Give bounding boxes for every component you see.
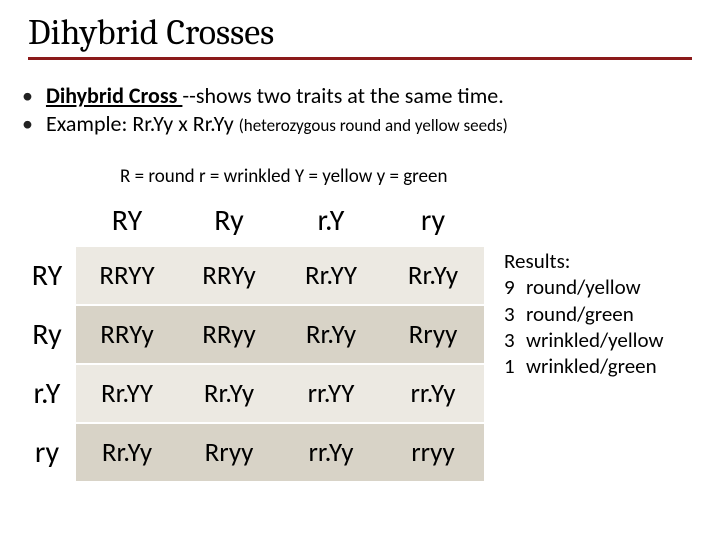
title-underline [28,57,692,60]
term-dihybrid: Dihybrid Cross [46,82,182,109]
bullet-1: Dihybrid Cross --shows two traits at the… [20,82,700,110]
results-panel: Results: 9 round/yellow 3 round/green 3 … [504,248,663,379]
bullet-1-rest: --shows two traits at the same time. [182,82,503,109]
result-count: 3 [504,327,526,353]
genotype-cell: Rr.YY [280,246,382,305]
genotype-cell: Rr.YY [76,364,178,423]
genotype-cell: Rr.Yy [76,423,178,482]
allele-legend: R = round r = wrinkled Y = yellow y = gr… [0,159,720,194]
table-row: Ry RRYy RRyy Rr.Yy Rryy [18,305,484,364]
result-label: round/green [526,301,634,327]
bullet-2-paren: (heterozygous round and yellow seeds) [239,115,508,136]
result-line: 9 round/yellow [504,274,663,300]
genotype-cell: rr.Yy [280,423,382,482]
result-label: round/yellow [526,274,641,300]
table-row: ry Rr.Yy Rryy rr.Yy rryy [18,423,484,482]
genotype-cell: RRyy [178,305,280,364]
row-header: ry [18,423,76,482]
genotype-cell: Rr.Yy [178,364,280,423]
genotype-cell: Rryy [178,423,280,482]
col-header: Ry [178,196,280,246]
result-count: 1 [504,353,526,379]
result-count: 3 [504,301,526,327]
bullet-2-main: Example: Rr.Yy x Rr.Yy [46,110,239,137]
result-line: 3 round/green [504,301,663,327]
bullet-2: Example: Rr.Yy x Rr.Yy (heterozygous rou… [20,110,700,138]
slide-title: Dihybrid Crosses [0,0,720,55]
table-row: RY RRYY RRYy Rr.YY Rr.Yy [18,246,484,305]
genotype-cell: Rr.Yy [382,246,484,305]
corner-cell [18,196,76,246]
genotype-cell: RRYY [76,246,178,305]
bullet-list: Dihybrid Cross --shows two traits at the… [0,82,720,137]
col-header: ry [382,196,484,246]
result-count: 9 [504,274,526,300]
genotype-cell: RRYy [76,305,178,364]
row-header: r.Y [18,364,76,423]
col-header: RY [76,196,178,246]
result-label: wrinkled/yellow [526,327,663,353]
slide: Dihybrid Crosses Dihybrid Cross --shows … [0,0,720,540]
genotype-cell: rryy [382,423,484,482]
genotype-cell: RRYy [178,246,280,305]
genotype-cell: rr.Yy [382,364,484,423]
punnett-square: RY Ry r.Y ry RY RRYY RRYy Rr.YY Rr.Yy Ry… [18,196,484,483]
row-header: RY [18,246,76,305]
content-row: RY Ry r.Y ry RY RRYY RRYy Rr.YY Rr.Yy Ry… [0,194,720,483]
results-title: Results: [504,248,663,274]
result-label: wrinkled/green [526,353,657,379]
row-header: Ry [18,305,76,364]
genotype-cell: rr.YY [280,364,382,423]
result-line: 1 wrinkled/green [504,353,663,379]
genotype-cell: Rr.Yy [280,305,382,364]
col-header: r.Y [280,196,382,246]
genotype-cell: Rryy [382,305,484,364]
table-row: r.Y Rr.YY Rr.Yy rr.YY rr.Yy [18,364,484,423]
result-line: 3 wrinkled/yellow [504,327,663,353]
